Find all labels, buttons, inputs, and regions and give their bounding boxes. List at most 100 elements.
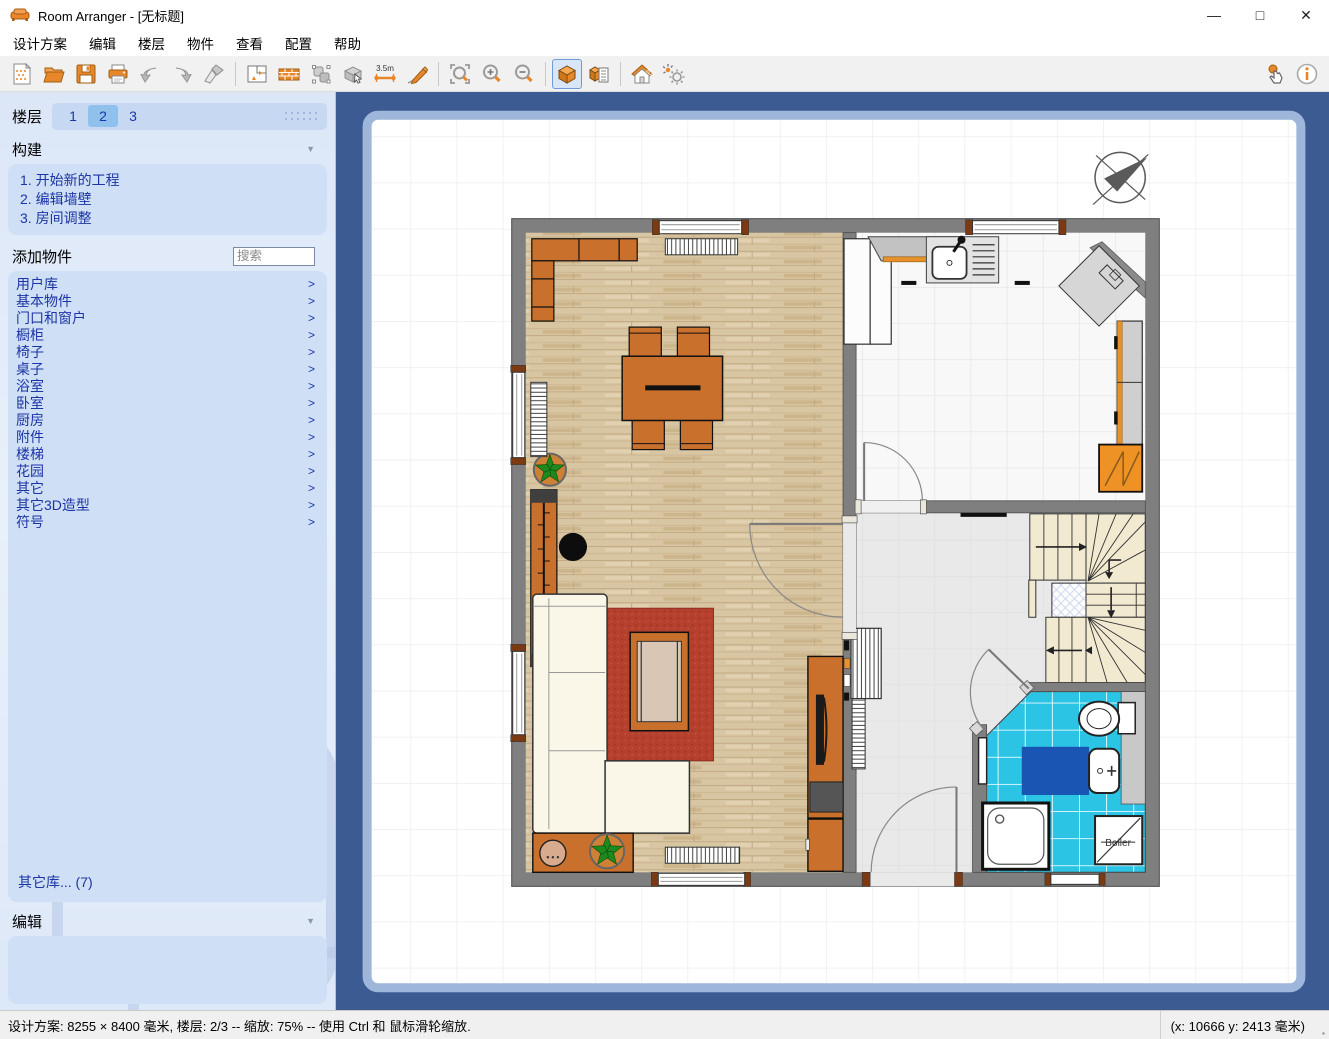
dining-chair — [629, 327, 661, 357]
select-objects-button[interactable] — [306, 59, 336, 89]
radiator[interactable] — [852, 699, 865, 769]
collapse-icon[interactable]: ▼ — [306, 916, 315, 926]
category-accessories[interactable]: 附件> — [8, 428, 327, 445]
print-button[interactable] — [103, 59, 133, 89]
redo-button[interactable] — [167, 59, 197, 89]
bath-mat[interactable] — [1022, 747, 1089, 795]
menu-help[interactable]: 帮助 — [323, 30, 372, 56]
maximize-button[interactable]: □ — [1237, 0, 1283, 30]
shower-tray[interactable] — [983, 803, 1049, 869]
more-libraries-link[interactable]: 其它库... (7) — [8, 872, 327, 894]
towel-rail[interactable] — [979, 738, 987, 784]
minimize-button[interactable]: — — [1191, 0, 1237, 30]
category-stairs[interactable]: 楼梯> — [8, 445, 327, 462]
object-3d-button[interactable] — [338, 59, 368, 89]
category-other[interactable]: 其它> — [8, 479, 327, 496]
category-other-3d[interactable]: 其它3D造型> — [8, 496, 327, 513]
menu-options[interactable]: 配置 — [274, 30, 323, 56]
zoom-fit-button[interactable] — [445, 59, 475, 89]
cube-cursor-icon — [341, 62, 365, 86]
sofa-chaise — [605, 761, 689, 833]
category-tables[interactable]: 桌子> — [8, 360, 327, 377]
search-input[interactable] — [233, 247, 315, 266]
category-basic-objects[interactable]: 基本物件> — [8, 292, 327, 309]
kitchen-sink[interactable] — [926, 236, 998, 283]
category-garden[interactable]: 花园> — [8, 462, 327, 479]
menu-edit[interactable]: 编辑 — [78, 30, 127, 56]
view-3d-objects-button[interactable] — [552, 59, 582, 89]
category-doors-windows[interactable]: 门口和窗户> — [8, 309, 327, 326]
close-button[interactable]: ✕ — [1283, 0, 1329, 30]
fridge[interactable] — [1099, 445, 1142, 492]
measure-icon: 3.5m — [373, 62, 397, 86]
category-user-library[interactable]: 用户库> — [8, 275, 327, 292]
undo-button[interactable] — [135, 59, 165, 89]
title-bar: Room Arranger - [无标题] — □ ✕ — [0, 0, 1329, 30]
window — [658, 873, 744, 885]
category-kitchen[interactable]: 厨房> — [8, 411, 327, 428]
collapse-icon[interactable]: ▼ — [306, 144, 315, 154]
category-bathroom[interactable]: 浴室> — [8, 377, 327, 394]
room-wizard-button[interactable] — [242, 59, 272, 89]
pantry-cabinet[interactable] — [844, 239, 870, 344]
tv-unit[interactable] — [806, 656, 843, 871]
menu-objects[interactable]: 物件 — [176, 30, 225, 56]
window — [659, 221, 741, 234]
zoom-out-button[interactable] — [509, 59, 539, 89]
category-bedroom[interactable]: 卧室> — [8, 394, 327, 411]
plant[interactable] — [590, 834, 624, 868]
floor-tab-2[interactable]: 2 — [88, 105, 118, 127]
about-button[interactable] — [1292, 59, 1322, 89]
coffee-table[interactable] — [630, 632, 688, 730]
chevron-right-icon: > — [308, 294, 315, 308]
floor-plan[interactable]: Boiler — [511, 219, 1160, 887]
build-step-new-project[interactable]: 1. 开始新的工程 — [20, 171, 327, 190]
build-step-adjust-rooms[interactable]: 3. 房间调整 — [20, 209, 327, 228]
pointer-mode-button[interactable] — [1260, 59, 1290, 89]
floor-tab-3[interactable]: 3 — [118, 105, 148, 127]
door-jamb — [842, 516, 857, 523]
tall-cabinets[interactable] — [1114, 321, 1142, 444]
floor-plan-svg[interactable]: Boiler — [336, 92, 1329, 1010]
undo-arrow-icon — [138, 62, 162, 86]
floors-grip-icon[interactable] — [283, 110, 317, 122]
save-button[interactable] — [71, 59, 101, 89]
new-plan-button[interactable] — [7, 59, 37, 89]
house-3d-button[interactable]: 3D — [627, 59, 657, 89]
interior-wall — [1029, 683, 1145, 692]
open-button[interactable] — [39, 59, 69, 89]
menu-view[interactable]: 查看 — [225, 30, 274, 56]
zoom-out-icon — [512, 62, 536, 86]
wall-button[interactable] — [274, 59, 304, 89]
plant[interactable] — [534, 454, 566, 486]
add-objects-label: 添加物件 — [12, 246, 72, 267]
format-brush-button[interactable] — [199, 59, 229, 89]
build-step-edit-walls[interactable]: 2. 编辑墙壁 — [20, 190, 327, 209]
zoom-in-button[interactable] — [477, 59, 507, 89]
toolbar-separator — [438, 62, 439, 86]
object-list-button[interactable] — [584, 59, 614, 89]
brush-icon — [202, 62, 226, 86]
draw-pencil-button[interactable] — [402, 59, 432, 89]
chevron-right-icon: > — [308, 481, 315, 495]
menu-design[interactable]: 设计方案 — [2, 30, 78, 56]
drawing-canvas[interactable]: Boiler — [336, 92, 1329, 1010]
floor-tab-1[interactable]: 1 — [58, 105, 88, 127]
resize-grip-icon[interactable] — [1315, 1011, 1329, 1039]
chevron-right-icon: > — [308, 413, 315, 427]
walkthrough-button[interactable] — [659, 59, 689, 89]
menu-floors[interactable]: 楼层 — [127, 30, 176, 56]
toilet[interactable] — [1079, 702, 1135, 736]
washbasin[interactable] — [1089, 749, 1119, 793]
boiler[interactable]: Boiler — [1095, 816, 1142, 864]
category-chairs[interactable]: 椅子> — [8, 343, 327, 360]
stool[interactable] — [559, 533, 587, 561]
window — [513, 651, 525, 734]
category-cabinets[interactable]: 橱柜> — [8, 326, 327, 343]
edit-section-header: 编辑 ▼ — [8, 910, 327, 932]
window-end — [511, 365, 526, 372]
window-end — [1099, 873, 1105, 885]
category-symbols[interactable]: 符号> — [8, 513, 327, 530]
sidebar: 楼层 1 2 3 构建 ▼ 1. 开始新的工程 2. 编辑墙壁 3. 房间调整 … — [0, 92, 336, 1010]
measure-button[interactable]: 3.5m — [370, 59, 400, 89]
